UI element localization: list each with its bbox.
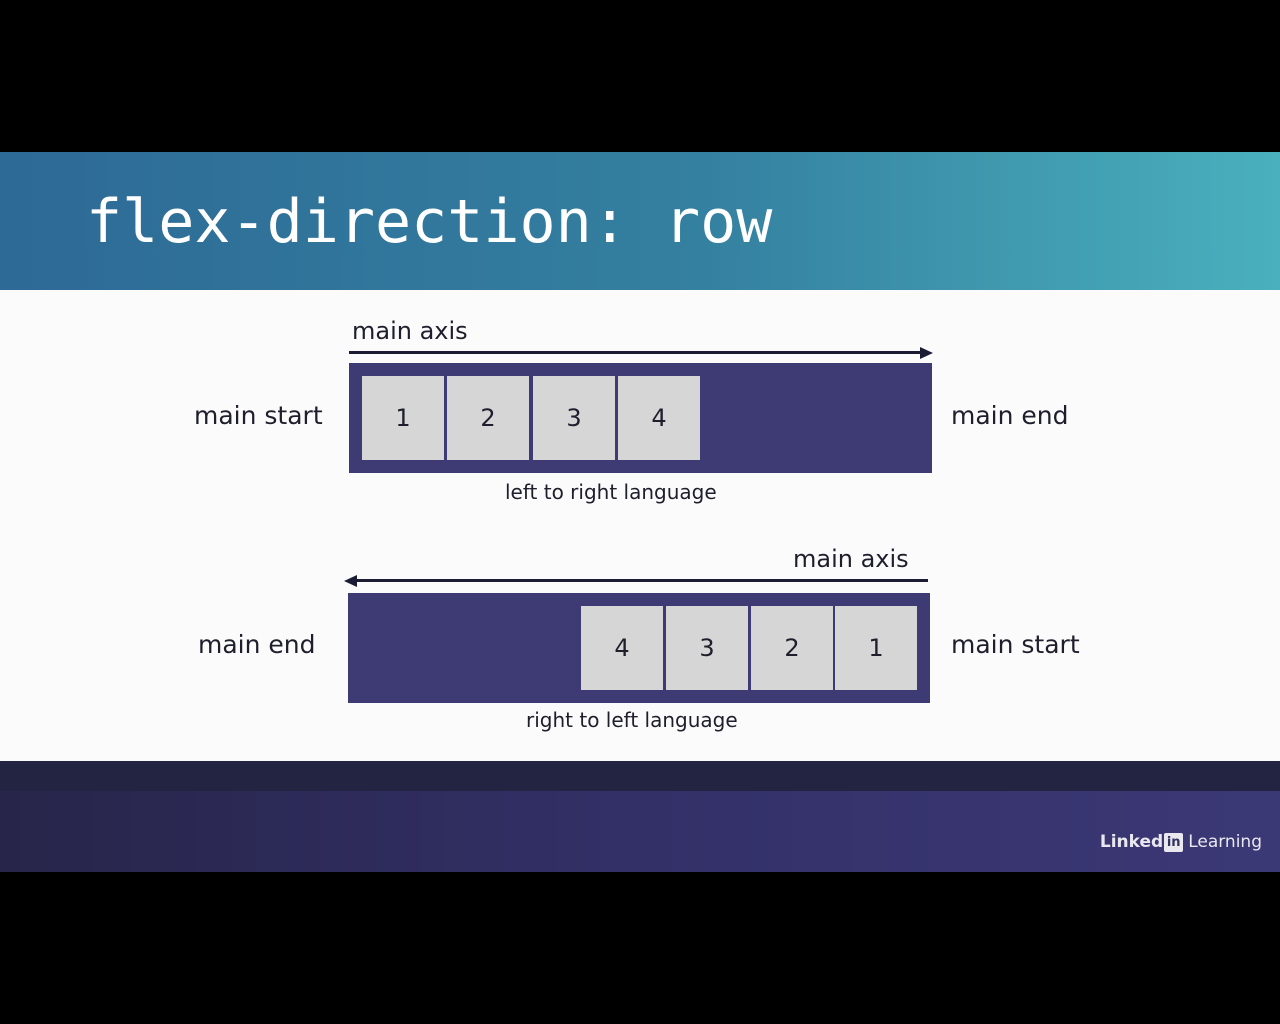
flex-item: 3	[666, 606, 748, 690]
linkedin-learning-logo: Linked in Learning	[1100, 831, 1262, 853]
arrow-left-icon	[344, 575, 357, 587]
rtl-main-start-label: main start	[951, 630, 1080, 659]
footer-bar: Linked in Learning	[0, 791, 1280, 872]
flex-item: 4	[618, 376, 700, 460]
arrow-right-icon	[920, 347, 933, 359]
flex-item: 1	[835, 606, 917, 690]
ltr-main-axis-arrow	[349, 351, 921, 354]
ltr-flex-container: 1 2 3 4	[349, 363, 932, 473]
slide: flex-direction: row main axis main start…	[0, 152, 1280, 872]
ltr-main-axis-label: main axis	[352, 317, 468, 345]
rtl-main-axis-label: main axis	[793, 545, 909, 573]
rtl-flex-container: 4 3 2 1	[348, 593, 930, 703]
flex-item: 2	[447, 376, 529, 460]
rtl-main-end-label: main end	[198, 630, 316, 659]
logo-learning-text: Learning	[1188, 832, 1262, 852]
flex-item: 4	[581, 606, 663, 690]
ltr-main-start-label: main start	[194, 401, 323, 430]
linkedin-in-icon: in	[1164, 832, 1184, 852]
rtl-main-axis-arrow	[356, 579, 928, 582]
flex-item: 2	[751, 606, 833, 690]
footer-divider	[0, 761, 1280, 791]
rtl-caption: right to left language	[526, 708, 738, 732]
ltr-caption: left to right language	[505, 480, 717, 504]
ltr-main-end-label: main end	[951, 401, 1069, 430]
logo-linked-text: Linked	[1099, 832, 1164, 852]
flex-item: 1	[362, 376, 444, 460]
slide-title: flex-direction: row	[86, 187, 773, 257]
title-bar: flex-direction: row	[0, 152, 1280, 290]
flex-item: 3	[533, 376, 615, 460]
